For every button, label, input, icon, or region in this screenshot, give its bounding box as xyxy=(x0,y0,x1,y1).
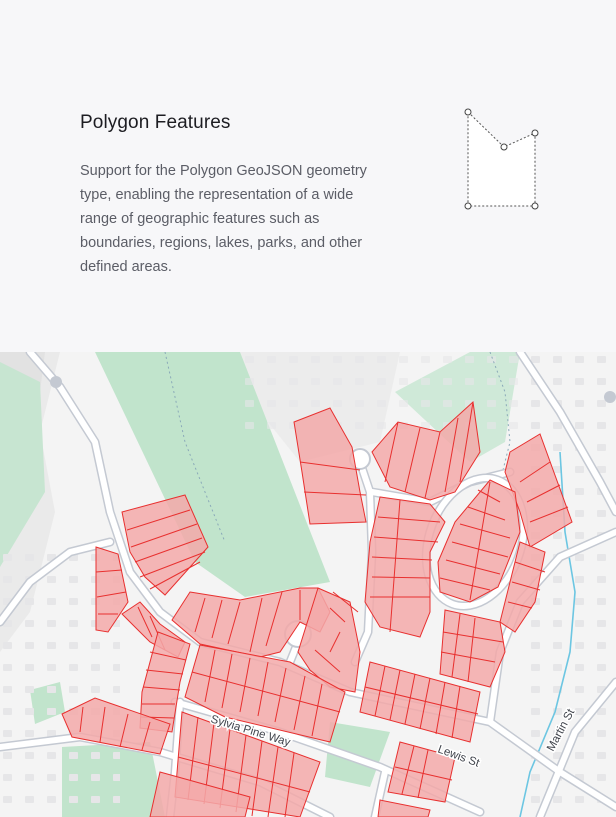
polygon-shape-icon xyxy=(462,106,546,221)
feature-section: Polygon Features Support for the Polygon… xyxy=(0,0,616,352)
feature-description: Support for the Polygon GeoJSON geometry… xyxy=(80,163,367,275)
map-canvas[interactable]: Sylvia Pine Way Lewis St Martin St xyxy=(0,352,616,817)
feature-title: Polygon Features xyxy=(80,112,231,133)
map-view[interactable]: Sylvia Pine Way Lewis St Martin St xyxy=(0,352,616,817)
